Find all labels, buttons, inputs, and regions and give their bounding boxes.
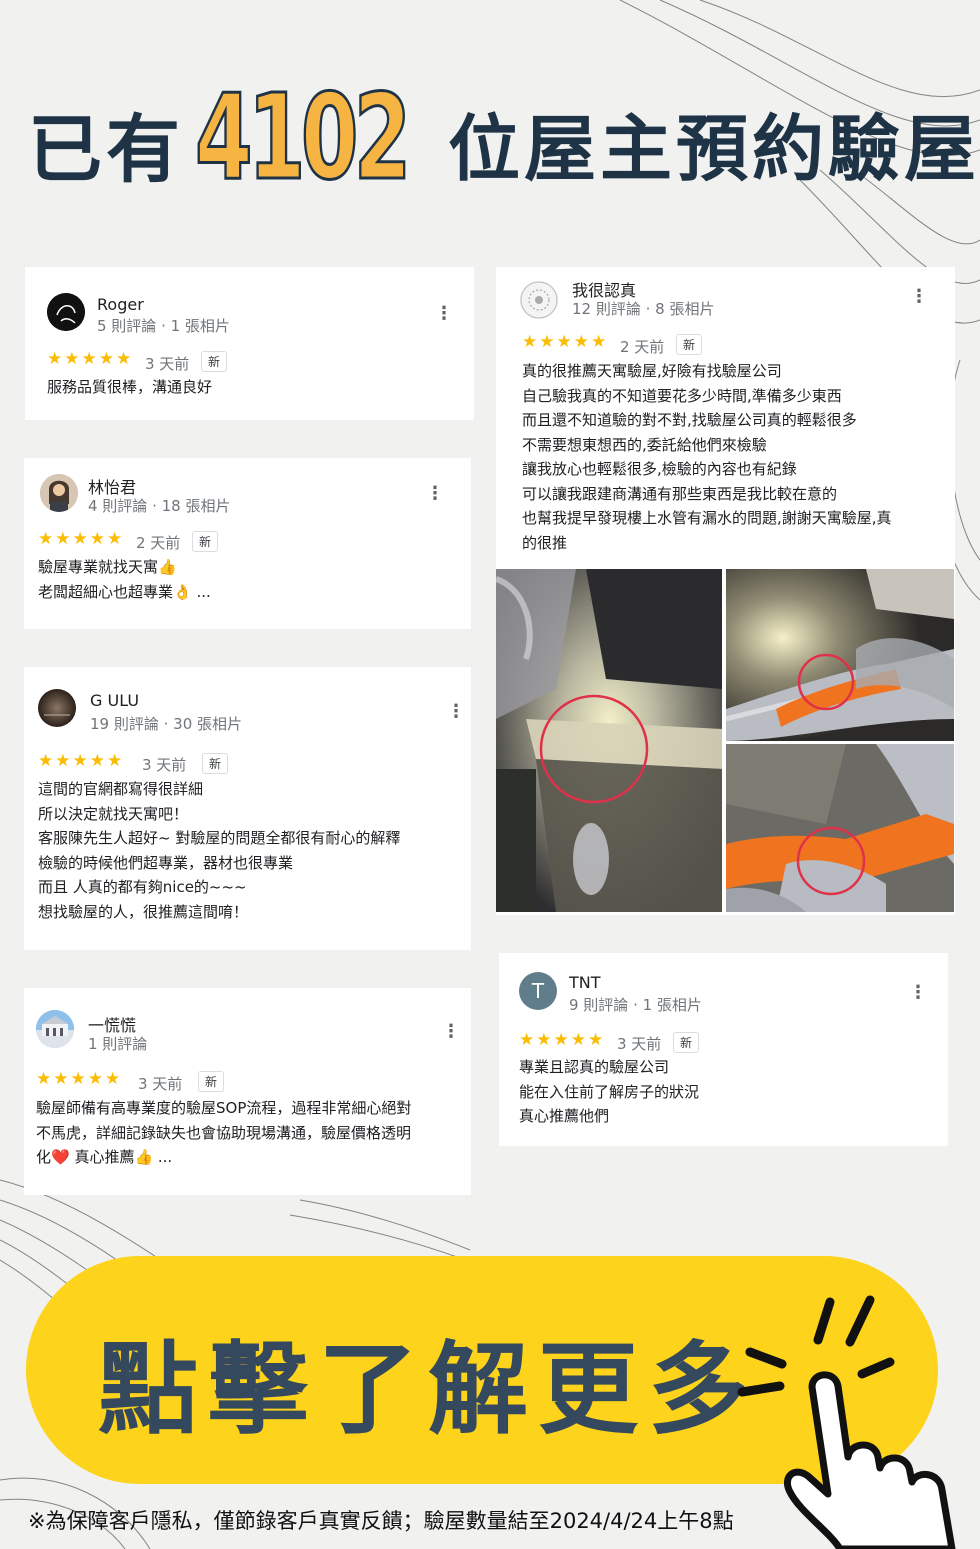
review-text: 驗屋師備有高專業度的驗屋SOP流程，過程非常細心絕對 不馬虎，詳細記錄缺失也會協… bbox=[36, 1099, 412, 1166]
review-photo-2[interactable] bbox=[726, 569, 954, 741]
review-time: 3 天前 bbox=[617, 1035, 662, 1053]
review-time: 3 天前 bbox=[145, 355, 190, 373]
new-badge: 新 bbox=[202, 753, 229, 774]
star-rating: ★★★★★ bbox=[38, 751, 125, 771]
new-badge: 新 bbox=[198, 1071, 225, 1092]
review-text: 驗屋專業就找天寓👍 老闆超細心也超專業👌 ... bbox=[38, 558, 211, 601]
avatar bbox=[38, 689, 76, 727]
reviewer-meta: 4 則評論 · 18 張相片 bbox=[88, 497, 231, 515]
review-card-tnt: T TNT 9 則評論 · 1 張相片 ⋮ ★★★★★ 3 天前 新 專業且認真… bbox=[499, 953, 948, 1146]
headline-count: 4102 bbox=[194, 67, 413, 208]
headline: 已有 4102 位屋主預約驗屋 bbox=[0, 67, 980, 208]
star-rating: ★★★★★ bbox=[522, 332, 609, 352]
pointing-hand-icon bbox=[737, 1295, 956, 1549]
reviewer-meta: 5 則評論 · 1 張相片 bbox=[97, 317, 230, 335]
star-rating: ★★★★★ bbox=[38, 529, 125, 549]
review-time: 3 天前 bbox=[142, 756, 187, 774]
avatar bbox=[47, 293, 85, 331]
review-time: 2 天前 bbox=[136, 534, 181, 552]
avatar: T bbox=[519, 972, 557, 1010]
review-time: 3 天前 bbox=[138, 1075, 183, 1093]
review-text: 專業且認真的驗屋公司 能在入住前了解房子的狀況 真心推薦他們 bbox=[519, 1058, 700, 1125]
avatar bbox=[520, 281, 558, 319]
new-badge: 新 bbox=[192, 531, 219, 552]
more-options-icon[interactable]: ⋮ bbox=[909, 984, 927, 1002]
more-options-icon[interactable]: ⋮ bbox=[426, 485, 444, 503]
new-badge: 新 bbox=[673, 1032, 700, 1053]
more-options-icon[interactable]: ⋮ bbox=[447, 703, 465, 721]
reviewer-meta: 12 則評論 · 8 張相片 bbox=[572, 300, 715, 318]
star-rating: ★★★★★ bbox=[47, 349, 134, 369]
new-badge: 新 bbox=[676, 334, 703, 355]
star-rating: ★★★★★ bbox=[36, 1069, 123, 1089]
reviewer-meta: 9 則評論 · 1 張相片 bbox=[569, 996, 702, 1014]
reviewer-meta: 19 則評論 · 30 張相片 bbox=[90, 715, 243, 733]
avatar bbox=[36, 1010, 74, 1048]
new-badge: 新 bbox=[201, 351, 228, 372]
review-card-yihuang: 一慌慌 1 則評論 ⋮ ★★★★★ 3 天前 新 驗屋師備有高專業度的驗屋SOP… bbox=[24, 988, 471, 1195]
review-photo-3[interactable] bbox=[726, 744, 954, 912]
review-photo-1[interactable] bbox=[496, 569, 722, 912]
review-card-roger: Roger 5 則評論 · 1 張相片 ⋮ ★★★★★ 3 天前 新 服務品質很… bbox=[25, 267, 474, 420]
reviewer-meta: 1 則評論 bbox=[88, 1035, 148, 1053]
more-options-icon[interactable]: ⋮ bbox=[442, 1023, 460, 1041]
review-text: 這間的官網都寫得很詳細 所以決定就找天寓吧！ 客服陳先生人超好~ 對驗屋的問題全… bbox=[38, 780, 401, 921]
avatar bbox=[40, 474, 78, 512]
reviewer-name[interactable]: Roger bbox=[97, 295, 144, 314]
review-time: 2 天前 bbox=[620, 338, 665, 356]
headline-suffix: 位屋主預約驗屋 bbox=[448, 107, 980, 191]
more-options-icon[interactable]: ⋮ bbox=[435, 305, 453, 323]
reviewer-name[interactable]: G ULU bbox=[90, 691, 139, 710]
learn-more-label: 點擊了解更多 bbox=[98, 1331, 758, 1448]
more-options-icon[interactable]: ⋮ bbox=[910, 288, 928, 306]
review-text: 真的很推薦天寓驗屋,好險有找驗屋公司 自己驗我真的不知道要花多少時間,準備多少東… bbox=[522, 362, 892, 552]
review-card-lin: 林怡君 4 則評論 · 18 張相片 ⋮ ★★★★★ 2 天前 新 驗屋專業就找… bbox=[24, 458, 471, 629]
privacy-footnote: ※為保障客戶隱私，僅節錄客戶真實反饋；驗屋數量結至2024/4/24上午8點 bbox=[28, 1509, 734, 1533]
review-card-gulu: G ULU 19 則評論 · 30 張相片 ⋮ ★★★★★ 3 天前 新 這間的… bbox=[24, 667, 471, 950]
reviewer-name[interactable]: TNT bbox=[569, 973, 601, 992]
avatar-initial: T bbox=[531, 979, 545, 1003]
headline-prefix: 已有 bbox=[28, 107, 184, 193]
review-text: 服務品質很棒，溝通良好 bbox=[47, 378, 213, 396]
star-rating: ★★★★★ bbox=[519, 1030, 606, 1050]
